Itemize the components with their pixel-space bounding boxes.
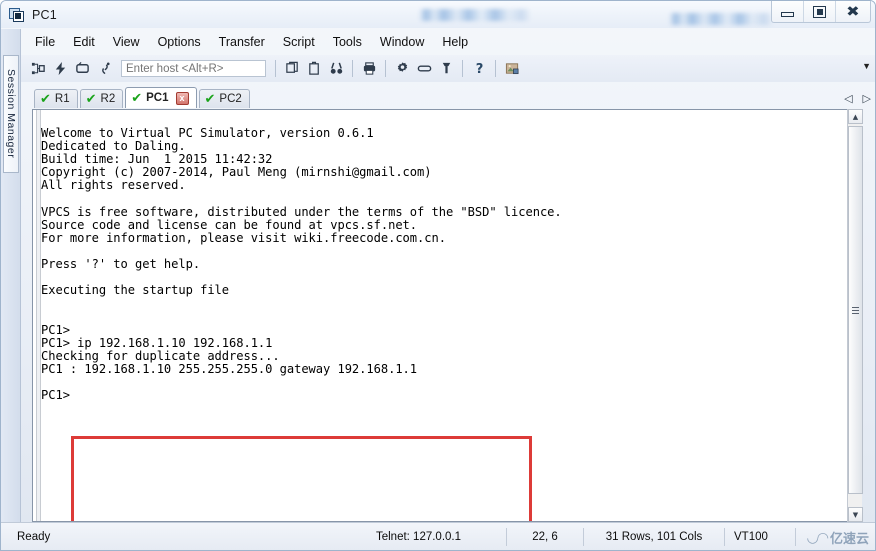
maximize-button[interactable] [804,1,836,22]
menu-item-window[interactable]: Window [371,32,433,52]
close-button[interactable]: ✖ [836,1,870,22]
window-title: PC1 [32,7,57,22]
print-icon[interactable] [358,58,380,79]
tab-pc1[interactable]: ✔ PC1 x [125,87,197,108]
menu-item-edit[interactable]: Edit [64,32,104,52]
menu-item-help[interactable]: Help [433,32,477,52]
disconnect-icon[interactable] [93,58,115,79]
keymap-icon[interactable] [413,58,435,79]
scrollbar-thumb[interactable] [848,126,863,494]
connected-check-icon: ✔ [131,90,143,106]
connected-check-icon: ✔ [85,91,97,107]
tab-label: R2 [100,93,116,105]
crt-terminal-window: PC1 ✖ File Edit View Options Transfer Sc… [0,0,876,551]
gear-icon[interactable] [391,58,413,79]
quick-connect-icon[interactable] [49,58,71,79]
toolbar-separator [275,60,276,77]
status-bar: Ready Telnet: 127.0.0.1 22, 6 31 Rows, 1… [1,522,875,550]
toolbar-separator [385,60,386,77]
status-cursor-position: 22, 6 [532,530,558,543]
window-controls: ✖ [771,1,871,23]
menu-item-file[interactable]: File [26,32,64,52]
annotation-highlight-box [71,436,532,521]
scroll-down-arrow-icon[interactable]: ▼ [848,507,863,522]
tab-bar: ✔ R1 ✔ R2 ✔ PC1 x ✔ PC2 ◁ ▷ [21,83,875,108]
tab-pc2[interactable]: ✔ PC2 [198,89,250,108]
minimize-button[interactable] [772,1,804,22]
tab-label: PC2 [219,93,242,105]
status-state: Ready [17,530,51,543]
key-icon[interactable] [435,58,457,79]
watermark: ◡◠ 亿速云 [806,528,869,548]
scrollbar-grip-icon [852,306,859,314]
toolbar: ? ▼ [21,55,875,82]
menu-bar: File Edit View Options Transfer Script T… [21,29,875,54]
menu-item-options[interactable]: Options [149,32,210,52]
connected-check-icon: ✔ [204,91,216,107]
find-icon[interactable] [325,58,347,79]
status-divider [795,527,796,546]
watermark-text: 亿速云 [829,532,869,547]
host-input[interactable] [121,60,266,77]
session-manager-label: Session Manager [5,69,17,159]
tab-r2[interactable]: ✔ R2 [79,89,124,108]
toolbar-overflow-chevron-down-icon[interactable]: ▼ [862,61,871,71]
new-session-icon[interactable] [27,58,49,79]
terminal-output: Welcome to Virtual PC Simulator, version… [41,126,562,402]
status-dimensions: 31 Rows, 101 Cols [605,530,703,543]
reconnect-icon[interactable] [71,58,93,79]
image-icon[interactable] [501,58,523,79]
title-bar: PC1 ✖ [1,1,875,28]
terminal-window-icon [9,7,25,23]
title-bar-blurred-text-left [419,9,531,21]
tab-navigation: ◁ ▷ [844,92,871,105]
menu-item-script[interactable]: Script [274,32,324,52]
copy-icon[interactable] [281,58,303,79]
menu-item-transfer[interactable]: Transfer [210,32,274,52]
menu-item-view[interactable]: View [104,32,149,52]
session-manager-tab[interactable]: Session Manager [3,55,19,173]
tab-label: R1 [54,93,70,105]
status-connection: Telnet: 127.0.0.1 [375,530,462,543]
tab-label: PC1 [146,92,169,104]
toolbar-separator [495,60,496,77]
tab-next-arrow-icon[interactable]: ▷ [863,92,871,105]
menu-item-tools[interactable]: Tools [324,32,371,52]
paste-icon[interactable] [303,58,325,79]
title-bar-blurred-text-right [669,13,773,25]
tab-prev-arrow-icon[interactable]: ◁ [844,92,852,105]
svg-text:?: ? [475,62,483,76]
tab-close-icon[interactable]: x [175,91,189,105]
cloud-icon: ◡◠ [806,529,829,546]
toolbar-separator [462,60,463,77]
terminal-vertical-scrollbar[interactable]: ▲ ▼ [847,109,863,522]
connected-check-icon: ✔ [40,91,51,107]
terminal-screen[interactable]: Welcome to Virtual PC Simulator, version… [32,109,862,522]
help-icon[interactable]: ? [468,58,490,79]
status-emulation: VT100 [734,530,768,543]
scroll-up-arrow-icon[interactable]: ▲ [848,109,863,124]
tab-r1[interactable]: ✔ R1 [34,89,78,108]
toolbar-separator [352,60,353,77]
